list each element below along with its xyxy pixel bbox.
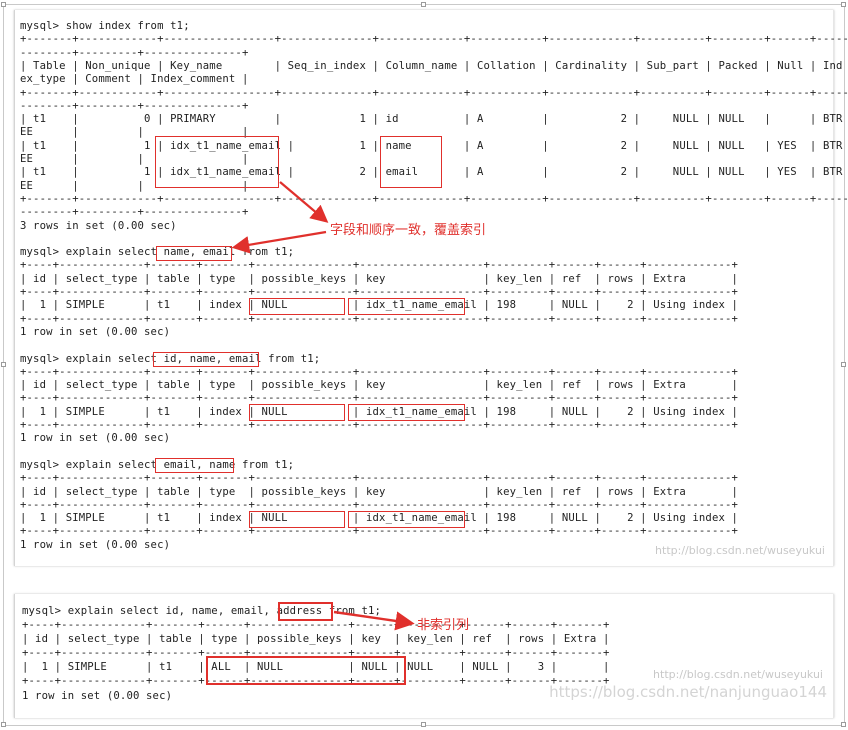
- arrow-to-key-name-box: [279, 181, 329, 223]
- annotation-covering-index: 字段和顺序一致，覆盖索引: [330, 223, 487, 238]
- arrow-to-non-index-label: [333, 610, 415, 631]
- annotation-non-index-column: 非索引列: [417, 618, 470, 633]
- arrow-to-select-box: [231, 230, 327, 254]
